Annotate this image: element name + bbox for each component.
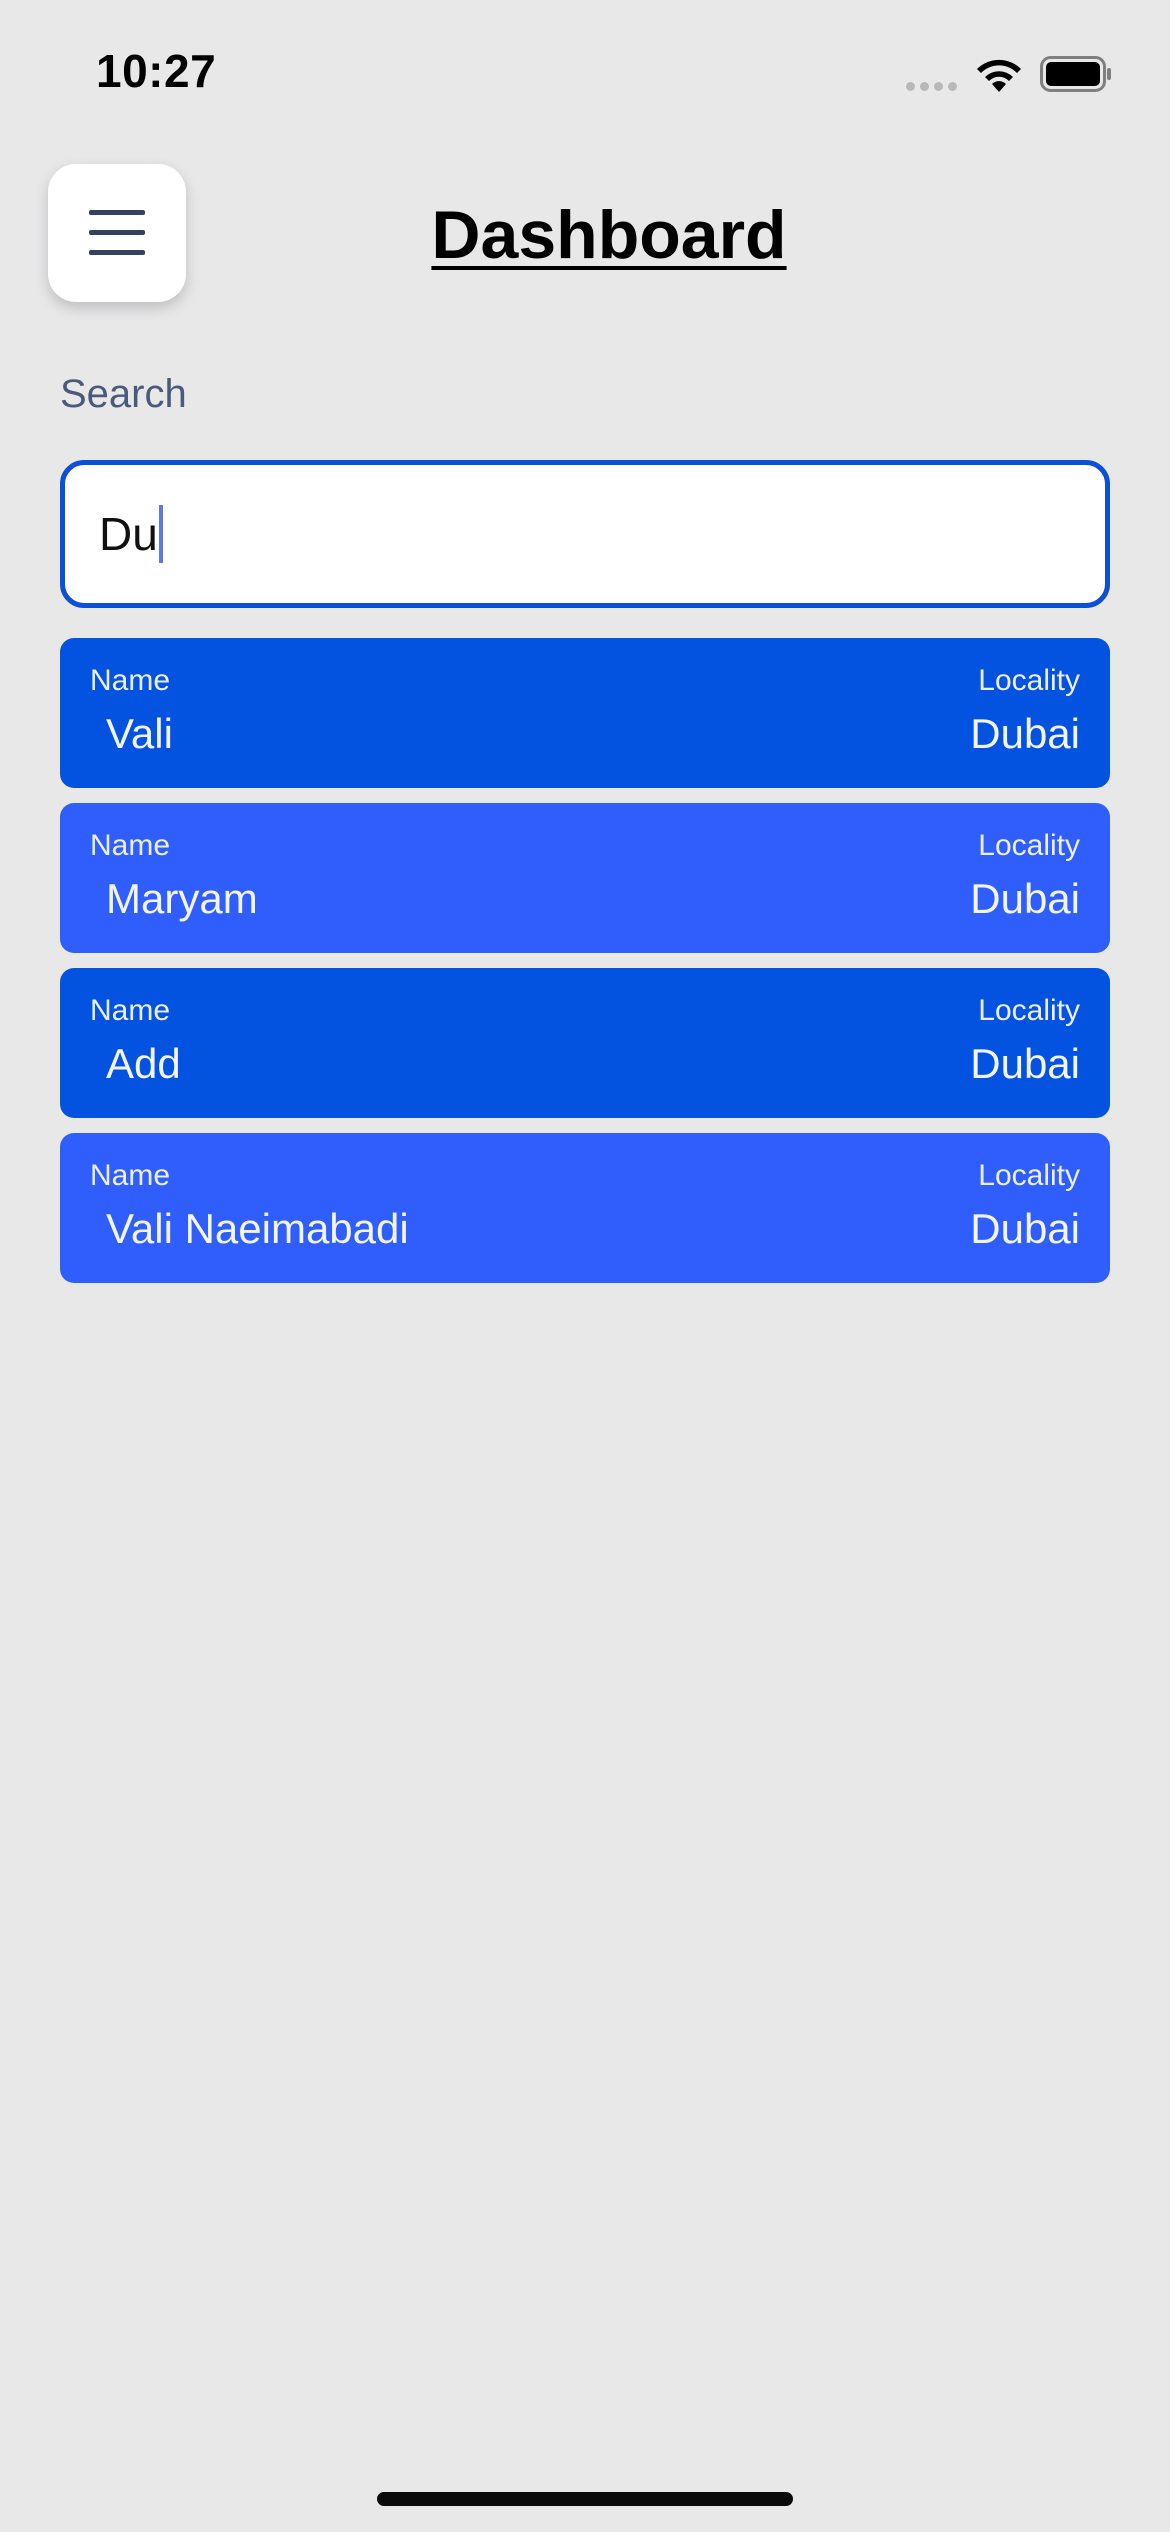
locality-value: Dubai xyxy=(970,875,1080,922)
search-input[interactable]: Du xyxy=(60,460,1110,608)
result-card[interactable]: Name Locality Add Dubai xyxy=(60,968,1110,1118)
home-indicator[interactable] xyxy=(377,2492,793,2506)
result-card[interactable]: Name Locality Maryam Dubai xyxy=(60,803,1110,953)
locality-value: Dubai xyxy=(970,1205,1080,1252)
results-list: Name Locality Vali Dubai Name Locality M… xyxy=(60,638,1110,1298)
name-value: Add xyxy=(106,1040,181,1087)
locality-value: Dubai xyxy=(970,1040,1080,1087)
name-value: Vali xyxy=(106,710,173,757)
result-card[interactable]: Name Locality Vali Dubai xyxy=(60,638,1110,788)
status-time: 10:27 xyxy=(96,45,217,97)
text-caret xyxy=(158,505,163,563)
status-bar: 10:27 xyxy=(0,0,1170,150)
locality-label: Locality xyxy=(978,1159,1080,1192)
result-card[interactable]: Name Locality Vali Naeimabadi Dubai xyxy=(60,1133,1110,1283)
name-label: Name xyxy=(90,829,171,862)
battery-icon xyxy=(1040,56,1111,92)
page-title: Dashboard xyxy=(431,197,787,273)
wifi-icon xyxy=(977,59,1021,92)
cellular-signal-icon xyxy=(906,82,957,91)
name-value: Vali Naeimabadi xyxy=(106,1205,409,1252)
search-input-value: Du xyxy=(99,508,158,560)
locality-label: Locality xyxy=(978,664,1080,697)
locality-value: Dubai xyxy=(970,710,1080,757)
name-label: Name xyxy=(90,1159,171,1192)
locality-label: Locality xyxy=(978,829,1080,862)
name-label: Name xyxy=(90,664,171,697)
name-value: Maryam xyxy=(106,875,258,922)
name-label: Name xyxy=(90,994,171,1027)
locality-label: Locality xyxy=(978,994,1080,1027)
search-label: Search xyxy=(60,372,187,416)
